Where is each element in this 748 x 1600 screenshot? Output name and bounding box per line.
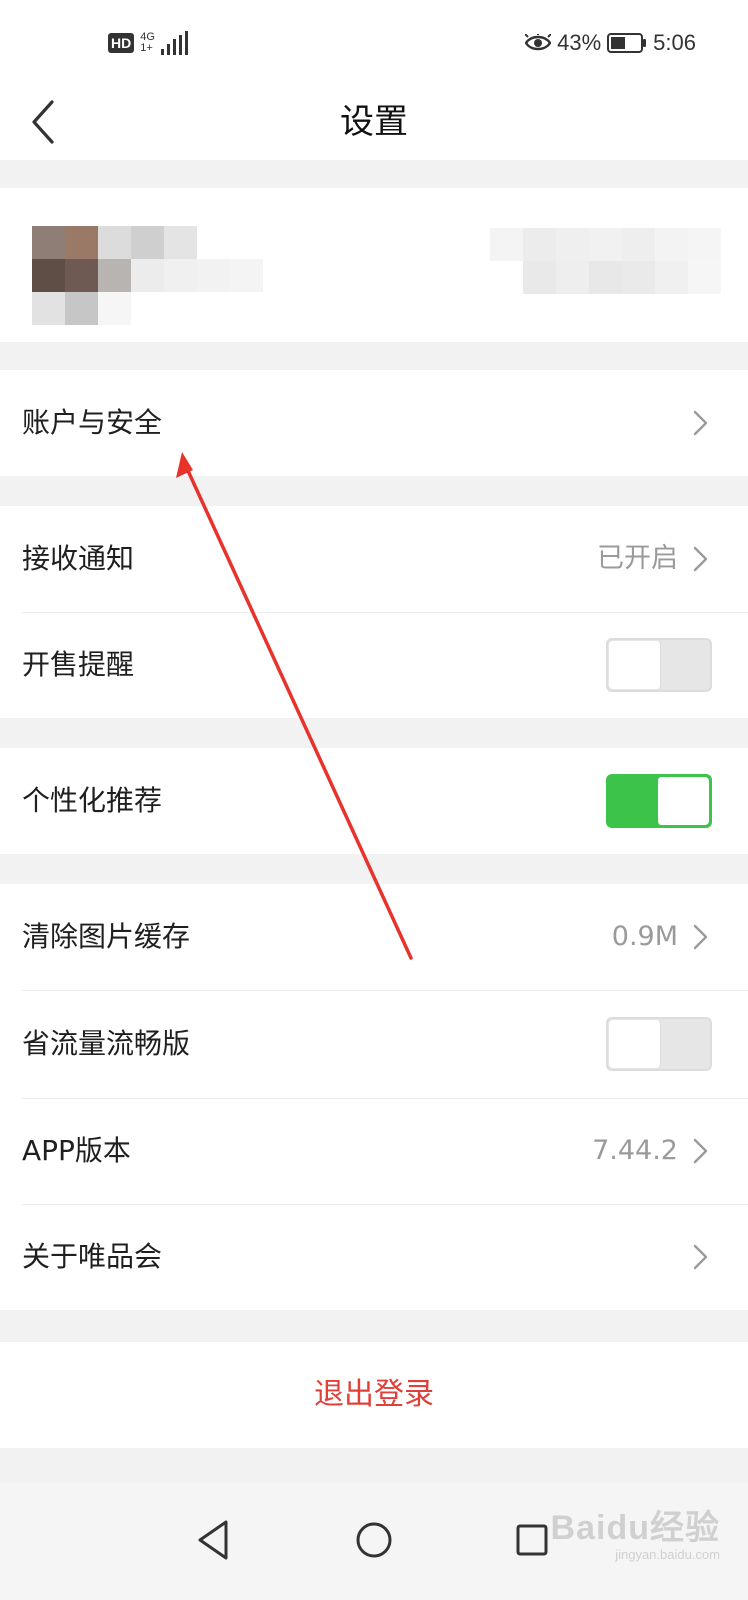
status-bar: HD 4G 1+ 43% 5:06 xyxy=(0,0,748,84)
signal-icon xyxy=(160,31,188,55)
row-clear-image-cache[interactable]: 清除图片缓存 0.9M xyxy=(0,884,748,990)
chevron-right-icon xyxy=(693,546,708,572)
chevron-right-icon xyxy=(693,1244,708,1270)
network-type-bottom: 1+ xyxy=(140,42,153,54)
row-label: 开售提醒 xyxy=(22,648,135,681)
row-value: 7.44.2 xyxy=(592,1135,678,1166)
eye-comfort-icon xyxy=(525,34,552,51)
section-misc: 清除图片缓存 0.9M 省流量流畅版 APP版本 7.44.2 关于唯品会 xyxy=(0,884,748,1310)
personalized-recommend-toggle[interactable] xyxy=(606,774,712,828)
nav-home-icon[interactable] xyxy=(346,1512,402,1568)
toggle-knob xyxy=(657,777,709,825)
row-value: 0.9M xyxy=(611,921,678,952)
row-receive-notifications[interactable]: 接收通知 已开启 xyxy=(0,506,748,612)
row-label: APP版本 xyxy=(22,1134,131,1167)
battery-percent: 43% xyxy=(557,30,602,55)
profile-card[interactable] xyxy=(0,188,748,342)
network-type: 4G 1+ xyxy=(140,32,155,54)
logout-section: 退出登录 xyxy=(0,1342,748,1448)
row-label: 清除图片缓存 xyxy=(22,920,191,953)
data-saver-toggle[interactable] xyxy=(606,1017,712,1071)
row-account-security[interactable]: 账户与安全 xyxy=(0,370,748,476)
network-indicator: HD 4G 1+ xyxy=(108,28,189,58)
chevron-right-icon xyxy=(693,924,708,950)
watermark: Baidu经验 jingyan.baidu.com xyxy=(551,1500,720,1562)
row-presale-reminder: 开售提醒 xyxy=(0,612,748,718)
chevron-right-icon xyxy=(693,1138,708,1164)
chevron-left-icon xyxy=(32,100,54,144)
back-button[interactable] xyxy=(22,94,78,150)
section-personalized: 个性化推荐 xyxy=(0,748,748,854)
row-label: 个性化推荐 xyxy=(22,784,163,817)
row-label: 省流量流畅版 xyxy=(22,1027,191,1060)
watermark-logo: Baidu经验 xyxy=(550,1509,720,1547)
row-label: 账户与安全 xyxy=(22,406,163,439)
row-about-vip[interactable]: 关于唯品会 xyxy=(0,1204,748,1310)
avatar xyxy=(32,226,272,326)
battery-icon xyxy=(607,33,647,53)
toggle-knob xyxy=(609,641,661,689)
row-personalized-recommend: 个性化推荐 xyxy=(0,748,748,854)
row-label: 关于唯品会 xyxy=(22,1240,163,1273)
watermark-url: jingyan.baidu.com xyxy=(615,1547,720,1562)
section-notifications: 接收通知 已开启 开售提醒 xyxy=(0,506,748,718)
row-label: 接收通知 xyxy=(22,542,135,575)
row-app-version[interactable]: APP版本 7.44.2 xyxy=(0,1098,748,1204)
row-value: 已开启 xyxy=(597,543,678,574)
hd-badge: HD xyxy=(108,33,135,53)
section-account: 账户与安全 xyxy=(0,370,748,476)
profile-detail-blurred xyxy=(490,228,721,294)
page-title: 设置 xyxy=(340,102,408,142)
chevron-right-icon xyxy=(693,410,708,436)
row-data-saver: 省流量流畅版 xyxy=(0,991,748,1097)
header-bar: 设置 xyxy=(0,84,748,160)
logout-button[interactable]: 退出登录 xyxy=(0,1342,748,1448)
nav-back-icon[interactable] xyxy=(186,1512,242,1568)
status-right: 43% 5:06 xyxy=(525,28,696,58)
presale-reminder-toggle[interactable] xyxy=(606,638,712,692)
toggle-knob xyxy=(609,1020,661,1068)
clock: 5:06 xyxy=(653,30,696,55)
